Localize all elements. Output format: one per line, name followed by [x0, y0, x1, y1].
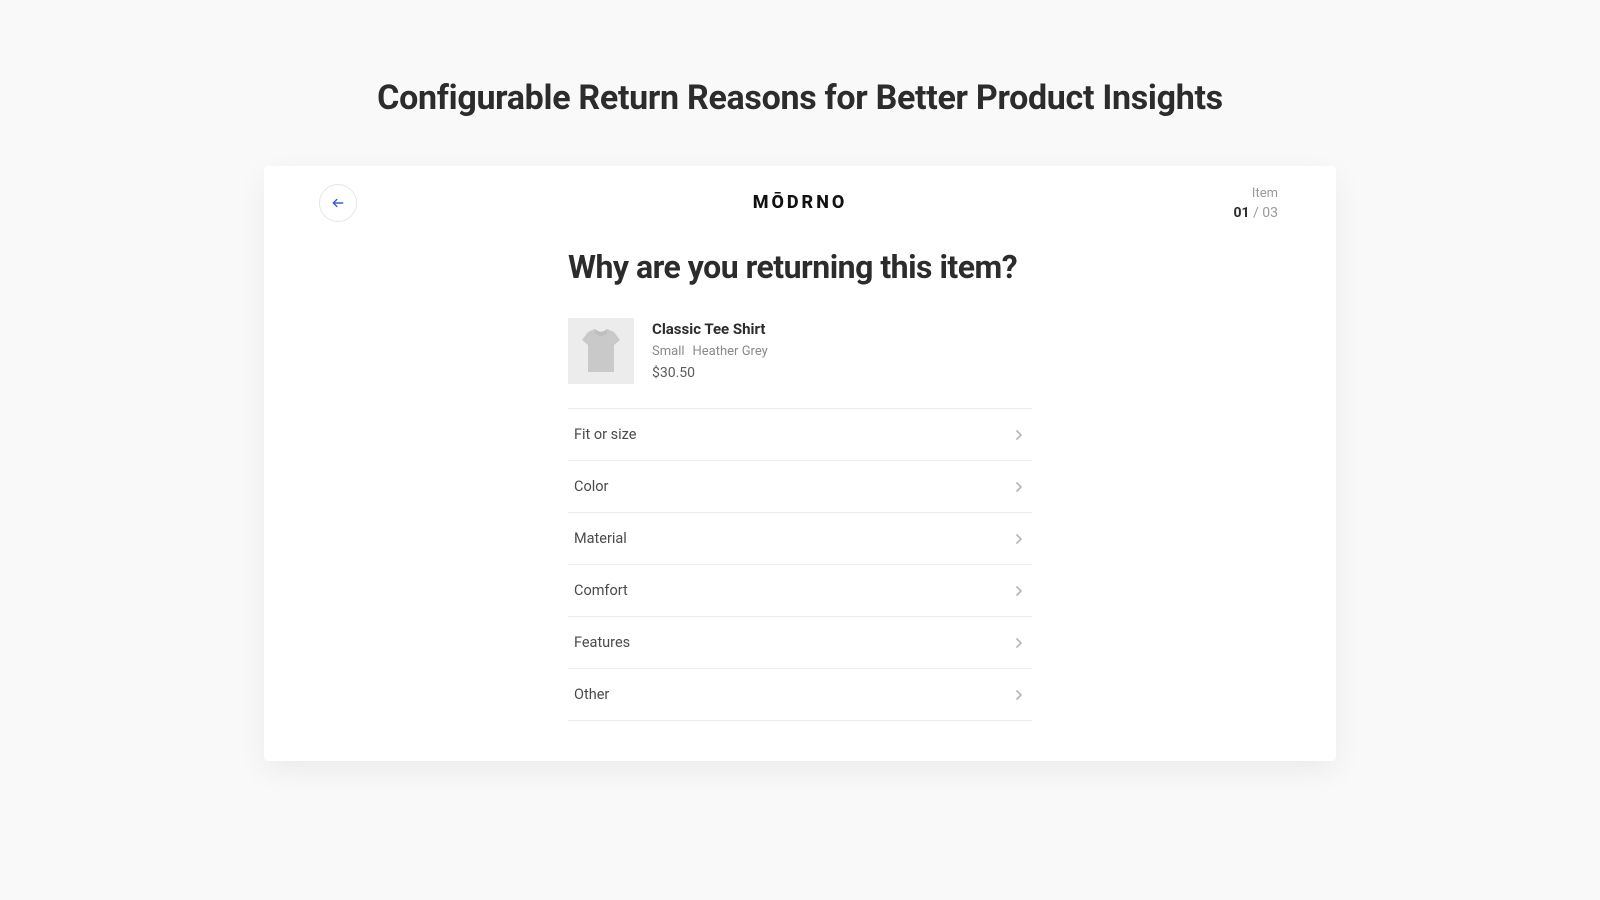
- product-name: Classic Tee Shirt: [652, 320, 768, 338]
- item-counter-total: 03: [1262, 205, 1278, 221]
- chevron-right-icon: [1012, 584, 1026, 598]
- reason-other[interactable]: Other: [568, 669, 1032, 721]
- reason-features[interactable]: Features: [568, 617, 1032, 669]
- reason-label: Features: [574, 634, 630, 651]
- back-button[interactable]: [319, 184, 357, 222]
- page-headline: Configurable Return Reasons for Better P…: [0, 0, 1600, 166]
- reason-label: Material: [574, 530, 627, 547]
- item-counter-current: 01: [1233, 205, 1249, 221]
- reason-fit-or-size[interactable]: Fit or size: [568, 409, 1032, 461]
- item-counter-separator: /: [1250, 205, 1263, 221]
- chevron-right-icon: [1012, 636, 1026, 650]
- reason-color[interactable]: Color: [568, 461, 1032, 513]
- product-price: $30.50: [652, 365, 768, 381]
- chevron-right-icon: [1012, 428, 1026, 442]
- product-thumbnail: [568, 318, 634, 384]
- item-counter: Item 01 / 03: [1233, 186, 1278, 221]
- arrow-left-icon: [331, 196, 345, 210]
- product-variants: Small Heather Grey: [652, 344, 768, 359]
- reason-label: Fit or size: [574, 426, 636, 443]
- product-info: Classic Tee Shirt Small Heather Grey $30.…: [652, 318, 768, 384]
- chevron-right-icon: [1012, 480, 1026, 494]
- reason-comfort[interactable]: Comfort: [568, 565, 1032, 617]
- form-content: Why are you returning this item? Classic…: [568, 248, 1032, 721]
- chevron-right-icon: [1012, 688, 1026, 702]
- brand-logo: MŌDRNO: [753, 192, 848, 213]
- reason-label: Comfort: [574, 582, 628, 599]
- reason-label: Other: [574, 686, 609, 703]
- product-size: Small: [652, 344, 685, 359]
- product-color: Heather Grey: [693, 344, 768, 359]
- reason-label: Color: [574, 478, 608, 495]
- return-form-card: MŌDRNO Item 01 / 03 Why are you returnin…: [264, 166, 1336, 761]
- return-reason-list: Fit or size Color Material Comfort: [568, 408, 1032, 721]
- product-summary: Classic Tee Shirt Small Heather Grey $30.…: [568, 318, 1032, 384]
- chevron-right-icon: [1012, 532, 1026, 546]
- item-counter-label: Item: [1233, 186, 1278, 201]
- return-question: Why are you returning this item?: [568, 248, 1032, 286]
- reason-material[interactable]: Material: [568, 513, 1032, 565]
